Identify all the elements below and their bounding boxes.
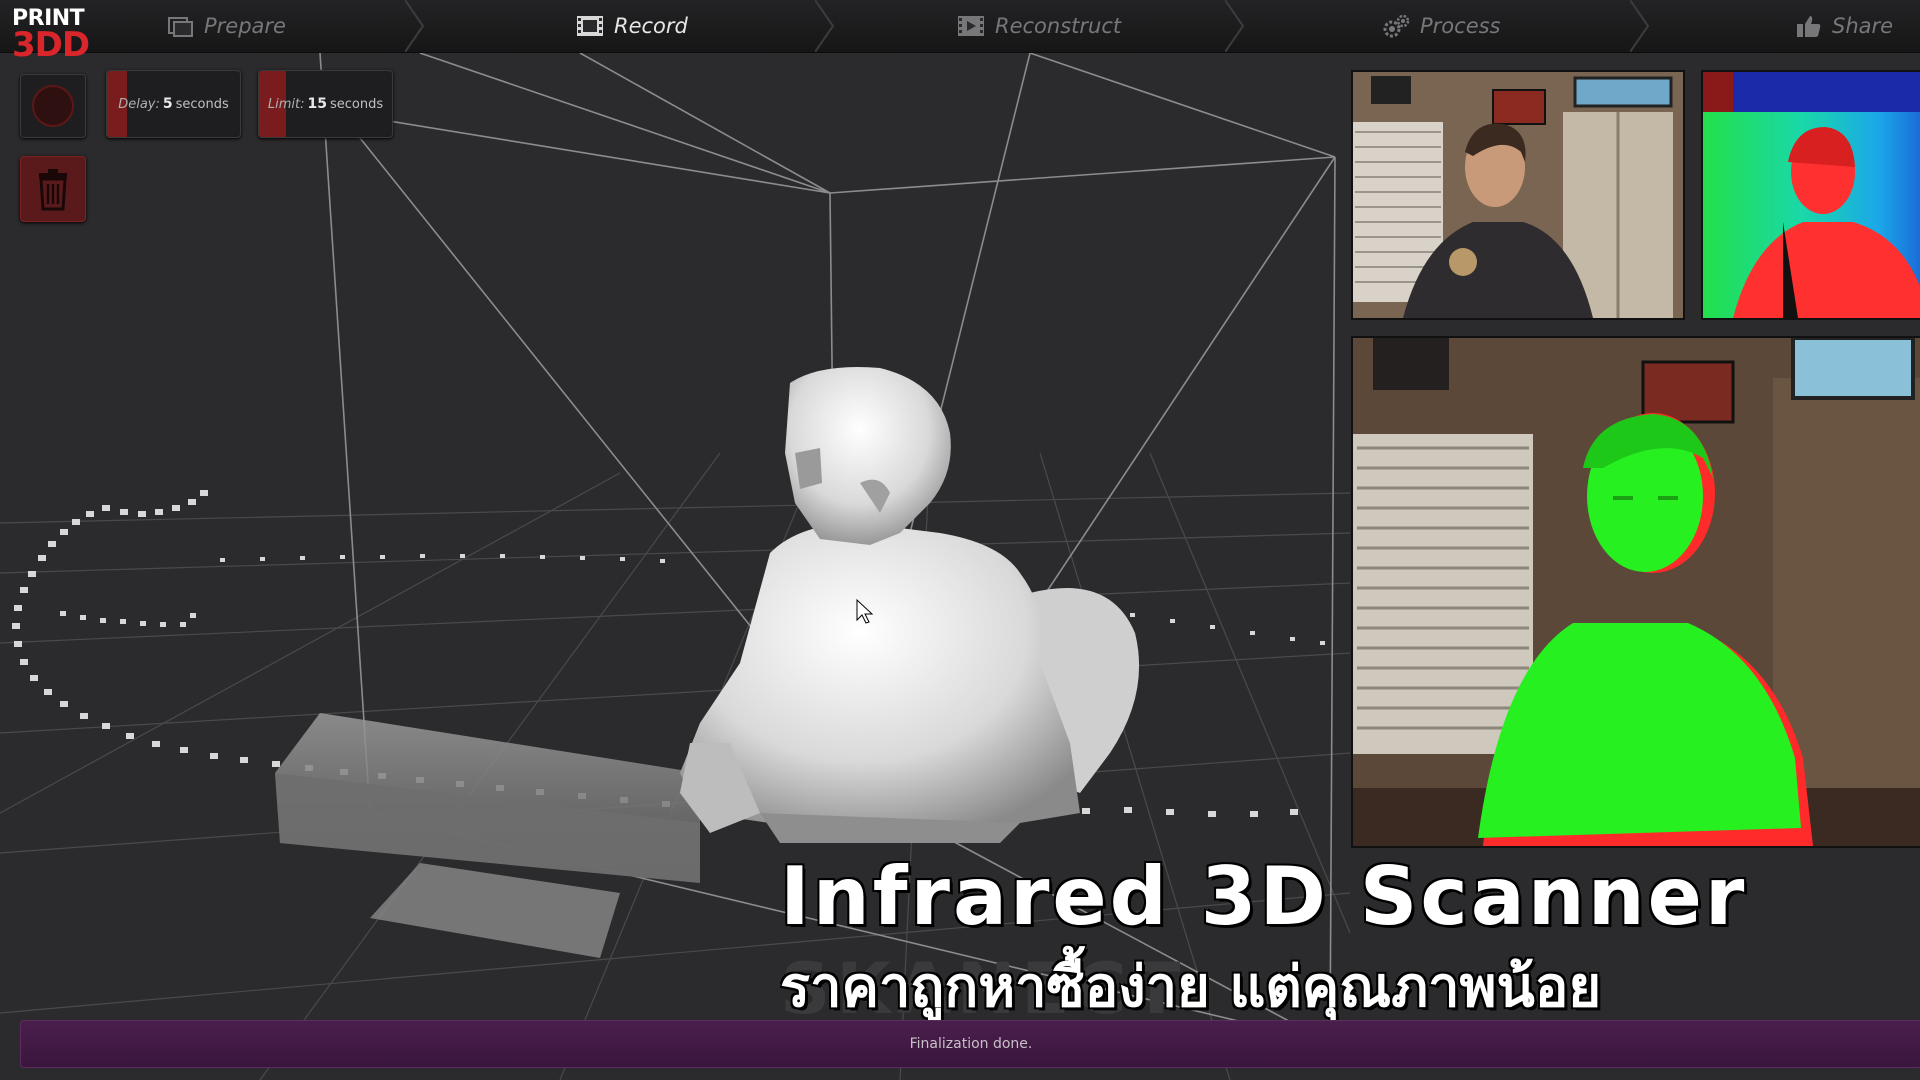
status-bar: Finalization done. (20, 1020, 1920, 1068)
step-record[interactable]: Record (576, 0, 688, 52)
limit-unit: seconds (329, 96, 384, 112)
step-process[interactable]: Process (1382, 0, 1501, 52)
limit-control[interactable]: Limit: 15 seconds (258, 70, 393, 138)
delay-value: 5 (162, 96, 173, 112)
step-separator (1225, 0, 1245, 52)
workflow-bar: PRINT 3DD Prepare Record Reconstruct Pro… (0, 0, 1920, 62)
step-record-label: Record (614, 14, 688, 38)
trash-icon (39, 169, 67, 211)
record-button[interactable] (20, 74, 86, 138)
record-icon (32, 85, 74, 127)
film-icon (958, 16, 984, 36)
status-message: Finalization done. (909, 1036, 1033, 1052)
step-separator (405, 0, 425, 52)
step-process-label: Process (1420, 14, 1501, 38)
step-prepare[interactable]: Prepare (168, 0, 286, 52)
sensor-model (275, 713, 700, 958)
limit-label: Limit: (267, 96, 305, 112)
delay-unit: seconds (175, 96, 229, 112)
step-prepare-label: Prepare (204, 14, 286, 38)
overlay-title: Infrared 3D Scanner (780, 850, 1748, 943)
step-share[interactable]: Share (1796, 0, 1893, 52)
color-camera-feed (1351, 70, 1685, 320)
prepare-icon (168, 17, 193, 37)
step-share-label: Share (1832, 14, 1894, 38)
depth-camera-feed (1701, 70, 1920, 320)
step-reconstruct-label: Reconstruct (995, 14, 1122, 38)
delay-control[interactable]: Delay: 5 seconds (106, 70, 241, 138)
step-separator (815, 0, 835, 52)
scanned-mesh (680, 367, 1140, 843)
3d-viewport[interactable]: SKANECT Delay: 5 seconds Limit: 15 secon… (0, 53, 1920, 1080)
delay-label: Delay: (118, 96, 160, 112)
step-reconstruct[interactable]: Reconstruct (957, 0, 1121, 52)
thumbs-up-icon (1797, 16, 1821, 37)
tracking-overlay-feed (1351, 336, 1920, 848)
limit-value: 15 (307, 96, 327, 112)
overlay-subtitle: ราคาถูกหาซื้อง่าย แต่คุณภาพน้อย (780, 955, 1602, 1020)
step-separator (1630, 0, 1650, 52)
gears-icon (1383, 14, 1410, 38)
film-icon (577, 16, 603, 36)
delete-recording-button[interactable] (20, 156, 86, 222)
